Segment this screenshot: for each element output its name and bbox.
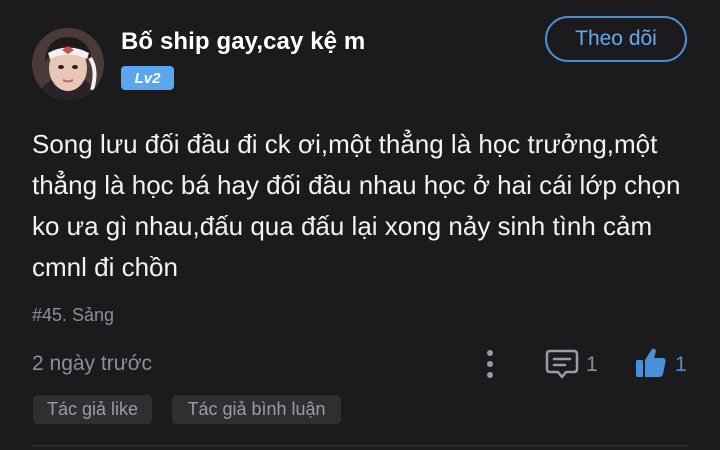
level-badge: Lv2 [121,66,174,90]
username[interactable]: Bố ship gay,cay kệ m [121,28,365,56]
comment-post: Bố ship gay,cay kệ m Lv2 Theo dõi Song l… [0,0,720,450]
timestamp: 2 ngày trước [32,352,153,375]
chip-author-liked[interactable]: Tác giả like [33,395,152,424]
avatar[interactable] [32,28,104,100]
divider [32,445,688,447]
comment-icon[interactable] [545,348,579,380]
comment-count: 1 [586,353,598,376]
more-vertical-icon[interactable] [480,348,500,380]
like-count: 1 [675,353,687,376]
follow-button[interactable]: Theo dõi [545,16,687,62]
avatar-image [32,28,104,100]
chip-author-commented[interactable]: Tác giả bình luận [172,395,341,424]
thumbs-up-icon[interactable] [634,346,668,380]
post-content: Song lưu đối đầu đi ck ơi,một thẳng là h… [32,129,681,282]
post-tag[interactable]: #45. Sảng [32,305,114,326]
